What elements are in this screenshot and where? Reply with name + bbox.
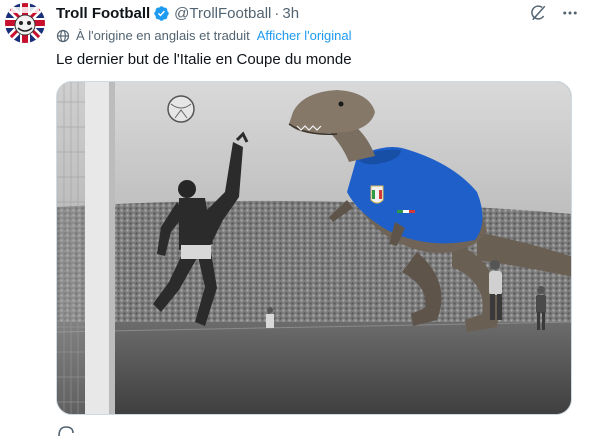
tweet-photo[interactable] xyxy=(56,81,572,415)
tweet[interactable]: Troll Football @TrollFootball · 3h À l'o… xyxy=(0,0,590,437)
reply-icon[interactable] xyxy=(56,424,76,438)
more-icon[interactable] xyxy=(560,3,580,23)
tweet-text: Le dernier but de l'Italie en Coupe du m… xyxy=(56,51,352,68)
show-original-link[interactable]: Afficher l'original xyxy=(257,28,352,43)
handle[interactable]: @TrollFootball xyxy=(174,5,271,22)
translation-note: À l'origine en anglais et traduit xyxy=(76,28,250,43)
globe-icon xyxy=(56,29,70,43)
translation-row: À l'origine en anglais et traduit Affich… xyxy=(56,28,352,43)
display-name[interactable]: Troll Football xyxy=(56,5,150,22)
avatar-image xyxy=(5,3,45,43)
verified-badge-icon[interactable] xyxy=(153,5,170,22)
grok-icon[interactable] xyxy=(528,3,548,23)
avatar[interactable] xyxy=(5,3,45,43)
separator-dot: · xyxy=(274,4,280,22)
header-actions xyxy=(528,3,580,23)
tweet-header: Troll Football @TrollFootball · 3h xyxy=(56,4,299,22)
timestamp[interactable]: 3h xyxy=(282,5,299,22)
photo-illustration xyxy=(57,82,571,414)
